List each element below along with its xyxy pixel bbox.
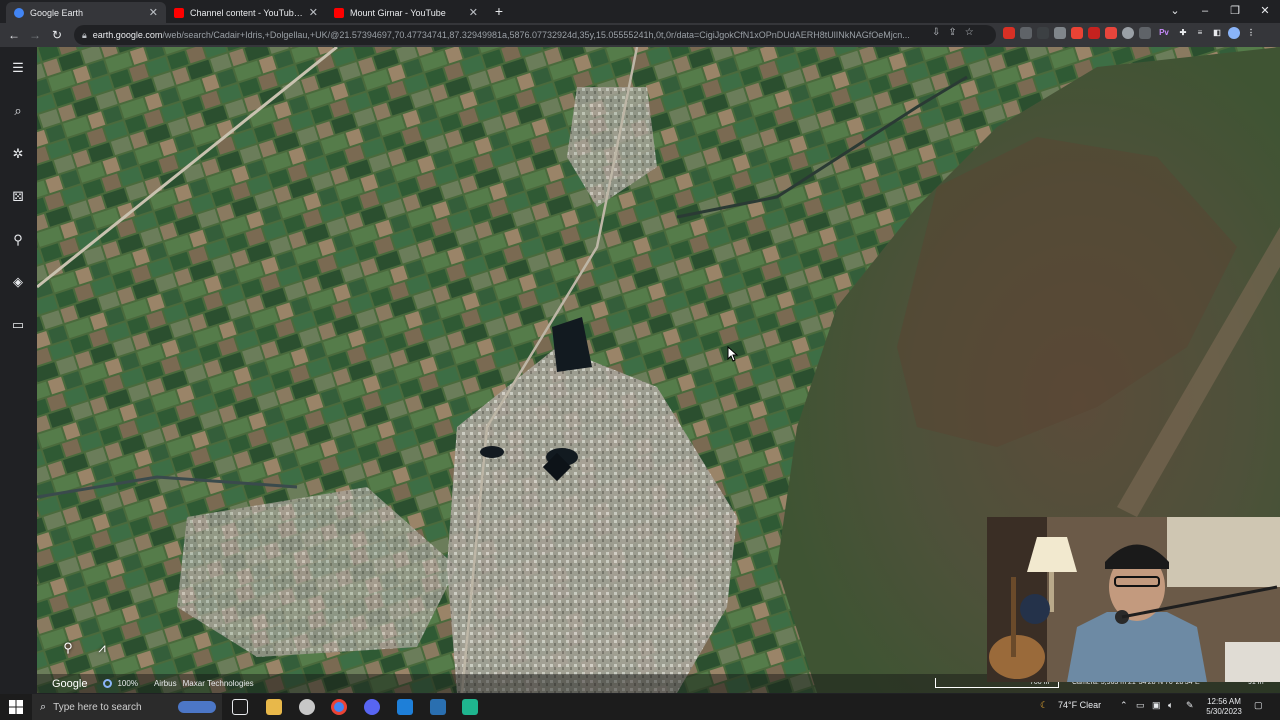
reading-list-icon[interactable]: ≡ — [1194, 27, 1206, 39]
tab-title: Channel content - YouTube Studi — [190, 7, 303, 18]
zoom-level: 100% — [117, 679, 138, 688]
extension-icon[interactable] — [1020, 27, 1032, 39]
tab-title: Mount Girnar - YouTube — [350, 7, 446, 18]
tab-strip: Google Earth ✕ Channel content - YouTube… — [0, 0, 1280, 23]
earth-side-rail: ☰ ⌕ ✲ ⚄ ⚲ ◈ ▭ — [0, 47, 37, 693]
forward-icon[interactable]: → — [26, 26, 44, 44]
app-icon[interactable] — [462, 699, 478, 715]
url-path: /web/search/Cadair+Idris,+Dolgellau,+UK/… — [162, 30, 910, 40]
tab-search-icon[interactable]: ⌄ — [1160, 0, 1190, 22]
system-clock[interactable]: 12:56 AM 5/30/2023 — [1204, 697, 1244, 717]
map-tools: ⚲ ⩘ — [58, 638, 112, 658]
taskbar-search-box[interactable]: ⌕ Type here to search — [32, 694, 222, 720]
windows-start-icon[interactable] — [8, 699, 24, 715]
browser-toolbar: ← → ↻ 🔒︎ earth.google.com /web/search/Ca… — [0, 23, 1280, 47]
task-view-icon[interactable] — [232, 699, 248, 715]
bookmark-star-icon[interactable]: ☆ — [965, 27, 974, 38]
reload-icon[interactable]: ↻ — [48, 26, 66, 44]
extension-icon[interactable] — [1122, 27, 1134, 39]
close-icon[interactable]: ✕ — [149, 6, 158, 19]
app-icon[interactable] — [299, 699, 315, 715]
zoom-indicator-icon — [103, 679, 113, 688]
back-icon[interactable]: ← — [5, 26, 23, 44]
display-icon[interactable]: ▣ — [1152, 700, 1161, 711]
youtube-icon — [174, 7, 184, 18]
weather-moon-icon: ☾ — [1040, 700, 1049, 710]
extension-icon[interactable] — [1139, 27, 1151, 39]
menu-kebab-icon[interactable]: ⋮ — [1245, 27, 1257, 39]
lock-icon: 🔒︎ — [82, 29, 87, 40]
youtube-icon — [334, 7, 344, 18]
pv-extension-icon[interactable]: Pv — [1156, 27, 1172, 39]
tab-mount-girnar[interactable]: Mount Girnar - YouTube ✕ — [326, 2, 486, 23]
network-icon[interactable]: ▭ — [1136, 700, 1145, 711]
hamburger-menu-icon[interactable]: ☰ — [8, 58, 28, 78]
clock-time: 12:56 AM — [1207, 697, 1241, 706]
extension-icon[interactable] — [1054, 27, 1066, 39]
share-icon[interactable]: ⇪ — [948, 27, 956, 38]
notifications-icon[interactable]: ▢ — [1254, 700, 1263, 711]
minimize-icon[interactable]: – — [1190, 0, 1220, 22]
tray-chevron-icon[interactable]: ⌃ — [1120, 700, 1128, 711]
google-earth-icon — [14, 7, 24, 18]
extensions-puzzle-icon[interactable]: ✚ — [1177, 27, 1189, 39]
tab-youtube-studio[interactable]: Channel content - YouTube Studi ✕ — [166, 2, 326, 23]
address-bar[interactable]: 🔒︎ earth.google.com /web/search/Cadair+I… — [74, 25, 996, 45]
google-logo: Google — [52, 677, 88, 690]
map-style-layers-icon[interactable]: ◈ — [8, 272, 28, 292]
new-tab-button[interactable]: + — [491, 3, 507, 19]
pen-icon[interactable]: ✎ — [1186, 700, 1194, 711]
discord-icon[interactable] — [364, 699, 380, 715]
mouse-cursor-icon — [727, 346, 739, 362]
search-highlight-icon — [178, 701, 216, 713]
place-pin-icon[interactable]: ⚲ — [58, 638, 78, 658]
volume-icon[interactable]: 🔈︎ — [1168, 700, 1173, 711]
extension-icon[interactable] — [1037, 27, 1049, 39]
url-host: earth.google.com — [92, 30, 163, 40]
elevation-profile-icon[interactable]: ⩘ — [92, 638, 112, 658]
extension-icon[interactable] — [1105, 27, 1117, 39]
tab-title: Google Earth — [30, 7, 84, 18]
restore-icon[interactable]: ❐ — [1220, 0, 1250, 22]
screen: Google Earth ✕ Channel content - YouTube… — [0, 0, 1280, 720]
profile-avatar[interactable] — [1228, 27, 1240, 39]
tab-google-earth[interactable]: Google Earth ✕ — [6, 2, 166, 23]
search-icon[interactable]: ⌕ — [8, 101, 28, 121]
webcam-image — [987, 517, 1280, 682]
imagery-credit: Airbus — [153, 679, 177, 688]
close-icon[interactable]: ✕ — [309, 6, 318, 19]
close-icon[interactable]: ✕ — [469, 6, 478, 19]
extension-icon[interactable] — [1071, 27, 1083, 39]
imagery-credit: Maxar Technologies — [182, 679, 254, 688]
webcam-overlay — [987, 517, 1280, 682]
app-icon[interactable] — [397, 699, 413, 715]
install-icon[interactable]: ⇩ — [932, 27, 940, 38]
omnibox-actions: ⇩ ⇪ ☆ — [932, 27, 974, 38]
projects-pin-icon[interactable]: ⚲ — [8, 230, 28, 250]
side-panel-icon[interactable]: ◧ — [1211, 27, 1223, 39]
measure-ruler-icon[interactable]: ▭ — [8, 315, 28, 335]
weather-status[interactable]: 74°F Clear — [1058, 700, 1101, 710]
windows-taskbar: ⌕ Type here to search ☾ 74°F Clear ⌃ ▭ ▣… — [0, 694, 1280, 720]
extension-icon[interactable] — [1003, 27, 1015, 39]
chrome-icon[interactable] — [331, 699, 347, 715]
file-explorer-icon[interactable] — [266, 699, 282, 715]
close-window-icon[interactable]: ✕ — [1250, 0, 1280, 22]
feeling-lucky-dice-icon[interactable]: ⚄ — [8, 187, 28, 207]
clock-date: 5/30/2023 — [1206, 707, 1242, 716]
voyager-icon[interactable]: ✲ — [8, 144, 28, 164]
photos-icon[interactable] — [430, 699, 446, 715]
search-placeholder: Type here to search — [53, 701, 142, 713]
extension-icon[interactable] — [1088, 27, 1100, 39]
extensions-bar: Pv ✚ ≡ ◧ ⋮ — [1003, 27, 1257, 39]
search-icon: ⌕ — [40, 700, 47, 713]
